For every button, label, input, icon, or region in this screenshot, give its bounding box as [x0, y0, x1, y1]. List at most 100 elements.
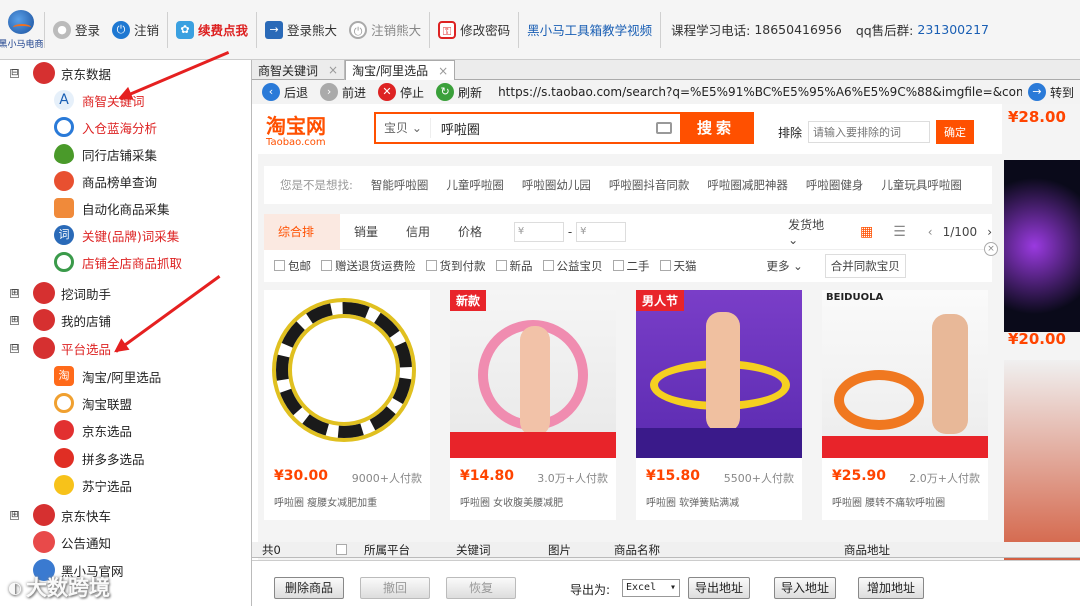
filter-new[interactable]: 新品 — [495, 258, 533, 274]
refresh-button[interactable]: ↻ 刷新 — [436, 83, 482, 101]
suggestion-link[interactable]: 儿童呼啦圈 — [446, 177, 504, 193]
export-format-select[interactable]: Excel ▾ — [622, 579, 680, 597]
expand-toggle[interactable]: ⊞ — [10, 288, 19, 298]
url-field[interactable]: https://s.taobao.com/search?q=%E5%91%BC%… — [498, 85, 1022, 99]
tree-item-product-ranking[interactable]: 商品榜单查询 — [54, 168, 157, 194]
checkbox[interactable] — [425, 260, 437, 271]
tree-item-pinduoduo-selection[interactable]: 拼多多选品 — [54, 445, 145, 471]
collapse-toggle[interactable]: ⊟ — [10, 68, 19, 78]
restore-button[interactable]: 恢复 — [446, 577, 516, 599]
select-all-checkbox[interactable] — [336, 543, 350, 557]
tree-item-store-products-crawl[interactable]: 店铺全店商品抓取 — [54, 249, 182, 275]
filter-charity[interactable]: 公益宝贝 — [542, 258, 603, 274]
filter-tmall[interactable]: 天猫 — [659, 258, 697, 274]
suggestion-link[interactable]: 呼啦圈减肥神器 — [707, 177, 788, 193]
import-address-button[interactable]: 导入地址 — [774, 577, 836, 599]
checkbox[interactable] — [659, 260, 671, 271]
tree-node-announcements[interactable]: 公告通知 — [33, 529, 111, 555]
tree-item-suning-selection[interactable]: 苏宁选品 — [54, 472, 132, 498]
tree-node-keyword-helper[interactable]: ⊞ 挖词助手 — [10, 280, 111, 306]
merge-same-button[interactable]: 合并同款宝贝 — [824, 254, 906, 278]
checkbox[interactable] — [612, 260, 624, 271]
tree-node-jd-express[interactable]: ⊞ 京东快车 — [10, 502, 111, 528]
tree-item-auto-collect[interactable]: 自动化商品采集 — [54, 195, 170, 221]
col-product-url[interactable]: 商品地址 — [844, 542, 890, 558]
exclude-input[interactable] — [808, 121, 931, 143]
sort-credit[interactable]: 信用 — [392, 214, 444, 250]
col-platform[interactable]: 所属平台 — [364, 542, 410, 558]
col-keyword[interactable]: 关键词 — [456, 542, 491, 558]
expand-toggle[interactable]: ⊞ — [10, 510, 19, 520]
filter-return-insurance[interactable]: 赠送退货运费险 — [321, 258, 416, 274]
tree-item-taobao-alibaba[interactable]: 淘淘宝/阿里选品 — [54, 363, 161, 389]
logout-button[interactable]: ⏻ 注销 — [106, 13, 165, 47]
undo-button[interactable]: 撤回 — [360, 577, 430, 599]
change-password-button[interactable]: ⚿ 修改密码 — [432, 13, 516, 47]
sort-default[interactable]: 综合排序 — [264, 213, 340, 275]
forward-button[interactable]: › 前进 — [320, 83, 366, 101]
delete-products-button[interactable]: 删除商品 — [274, 577, 344, 599]
filter-secondhand[interactable]: 二手 — [612, 258, 650, 274]
col-image[interactable]: 图片 — [548, 542, 571, 558]
go-button[interactable]: → 转到 — [1027, 83, 1074, 101]
tab-taobao-selection[interactable]: 淘宝/阿里选品 × — [345, 60, 456, 80]
price-max-input[interactable]: ¥ — [576, 221, 627, 242]
login-button[interactable]: ● 登录 — [47, 13, 106, 47]
suggestion-link[interactable]: 智能呼啦圈 — [371, 177, 429, 193]
prev-page-icon[interactable]: ‹ — [928, 225, 933, 239]
taobao-logo[interactable]: 淘宝网 Taobao.com — [266, 110, 326, 148]
next-page-icon[interactable]: › — [987, 225, 992, 239]
tab-shangzhi-keywords[interactable]: 商智关键词 × — [252, 60, 346, 80]
back-button[interactable]: ‹ 后退 — [262, 83, 308, 101]
product-title[interactable]: 呼啦圈 软弹簧贴满减 — [646, 494, 796, 509]
product-title[interactable]: 呼啦圈 女收腹美腰减肥 — [460, 494, 610, 509]
camera-icon[interactable] — [656, 122, 672, 134]
tree-node-jd-data[interactable]: ⊟ 京东数据 — [10, 60, 111, 86]
suggestion-link[interactable]: 呼啦圈抖音同款 — [609, 177, 690, 193]
suggestion-link[interactable]: 呼啦圈健身 — [806, 177, 864, 193]
search-button[interactable]: 搜索 — [680, 113, 752, 143]
checkbox[interactable] — [542, 260, 554, 271]
recommend-image[interactable] — [1004, 160, 1080, 332]
stop-button[interactable]: ✕ 停止 — [378, 83, 424, 101]
filter-cod[interactable]: 货到付款 — [425, 258, 486, 274]
filter-free-shipping[interactable]: 包邮 — [274, 258, 311, 274]
sort-price[interactable]: 价格 ⌄ — [444, 214, 510, 275]
expand-toggle[interactable]: ⊞ — [10, 315, 19, 325]
price-min-input[interactable]: ¥ — [513, 221, 564, 242]
product-card[interactable]: ¥30.00 9000+人付款 呼啦圈 瘦腰女减肥加重 — [264, 290, 430, 520]
renew-button[interactable]: ✿ 续费点我 — [170, 13, 254, 47]
more-filters[interactable]: 更多 ⌄ — [767, 258, 803, 274]
tree-item-peer-store-collect[interactable]: 同行店铺采集 — [54, 141, 157, 167]
checkbox[interactable] — [495, 260, 507, 271]
search-input[interactable]: 呼啦圈 — [431, 119, 656, 138]
product-card[interactable]: BEIDUOLA ¥25.90 2.0万+人付款 呼啦圈 腰转不痛软呼啦圈 — [822, 290, 988, 520]
export-address-button[interactable]: 导出地址 — [688, 577, 750, 599]
tree-item-taobao-union[interactable]: 淘宝联盟 — [54, 390, 132, 416]
product-card[interactable]: 男人节 ¥15.80 5500+人付款 呼啦圈 软弹簧贴满减 — [636, 290, 802, 520]
list-view-icon[interactable]: ☰ — [893, 224, 906, 240]
product-title[interactable]: 呼啦圈 瘦腰女减肥加重 — [274, 494, 424, 509]
checkbox[interactable] — [274, 260, 285, 271]
product-title[interactable]: 呼啦圈 腰转不痛软呼啦圈 — [832, 494, 982, 509]
collapse-toggle[interactable]: ⊟ — [10, 343, 19, 353]
close-icon[interactable]: × — [438, 64, 448, 78]
close-icon[interactable]: × — [328, 63, 338, 77]
ship-from-select[interactable]: 发货地 ⌄ — [788, 216, 838, 247]
login-qianniu-button[interactable]: → 登录熊大 — [259, 13, 343, 47]
product-card[interactable]: 新款 ¥14.80 3.0万+人付款 呼啦圈 女收腹美腰减肥 — [450, 290, 616, 520]
checkbox[interactable] — [321, 260, 332, 271]
close-icon[interactable]: × — [984, 242, 998, 256]
suggestion-link[interactable]: 呼啦圈幼儿园 — [522, 177, 591, 193]
grid-view-icon[interactable]: ▦ — [860, 224, 873, 240]
logout-qianniu-button[interactable]: ⏻ 注销熊大 — [343, 13, 427, 47]
tutorial-link[interactable]: 黑小马工具箱教学视频 — [521, 13, 658, 47]
col-product-name[interactable]: 商品名称 — [614, 542, 660, 558]
tree-item-brand-keyword-collect[interactable]: 词关键(品牌)词采集 — [54, 222, 179, 248]
suggestion-link[interactable]: 儿童玩具呼啦圈 — [881, 177, 962, 193]
tree-node-my-store[interactable]: ⊞ 我的店铺 — [10, 307, 111, 333]
exclude-confirm-button[interactable]: 确定 — [936, 120, 975, 144]
checkbox[interactable] — [336, 543, 347, 555]
search-scope-select[interactable]: 宝贝 ⌄ — [376, 118, 431, 138]
sort-sales[interactable]: 销量 — [340, 214, 392, 250]
